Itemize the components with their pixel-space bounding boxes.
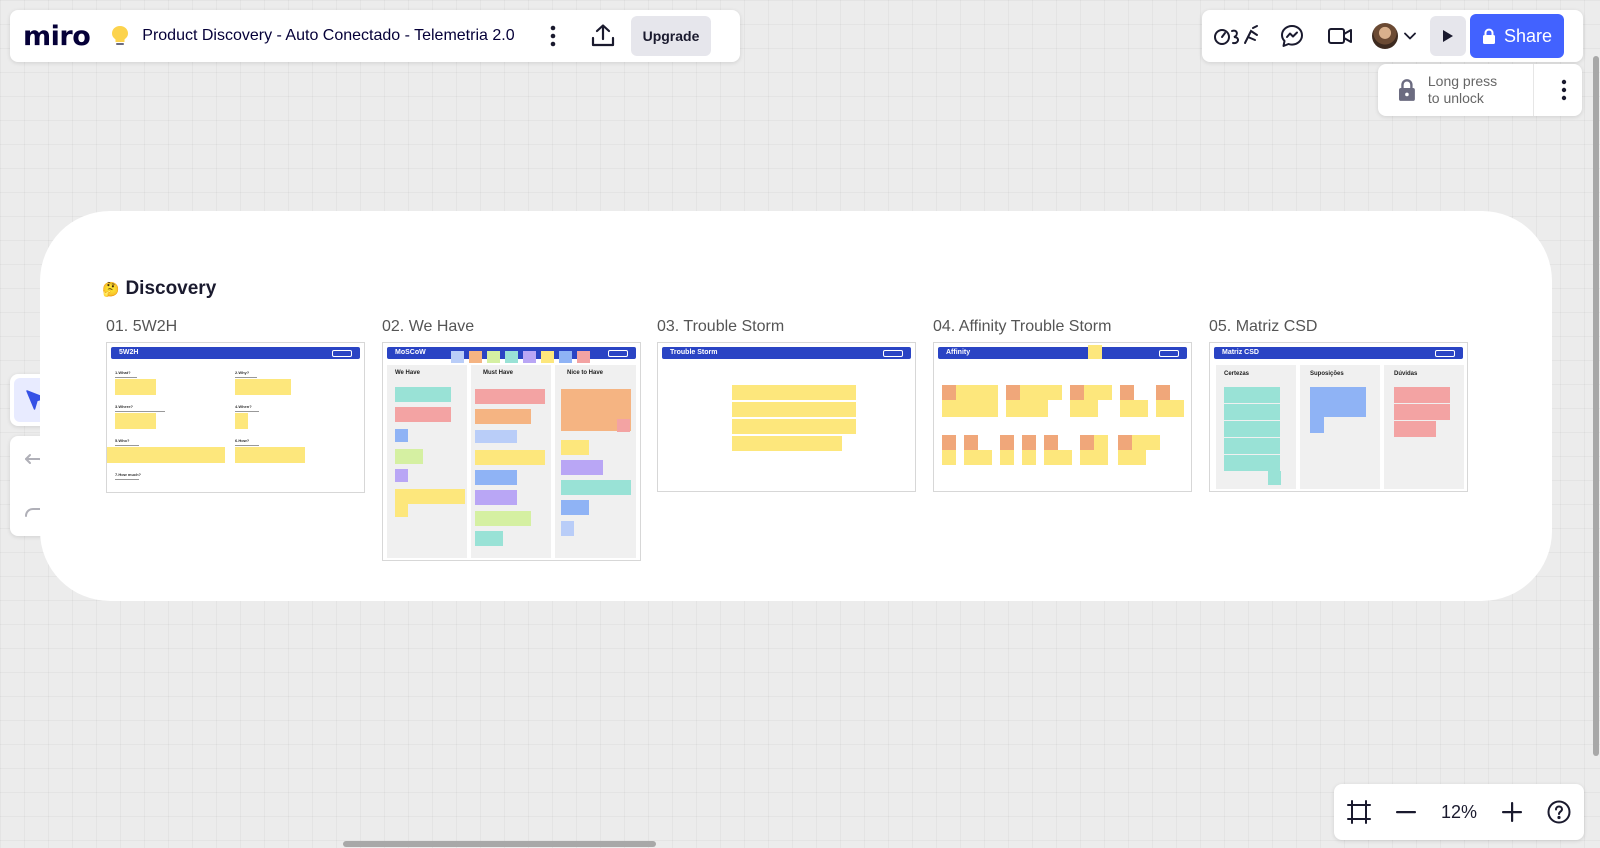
user-avatar[interactable] (1372, 23, 1398, 49)
frame-header: Trouble Storm (662, 347, 911, 359)
section-title: 🤔 Discovery (102, 278, 217, 299)
lock-notice: Long press to unlock (1378, 64, 1582, 116)
frame-5w2h[interactable]: 5W2H 1.What? 2.Why? 3.Where? 4.When? 5.W… (106, 342, 365, 493)
upload-icon (591, 24, 614, 47)
lock-hint: Long press to unlock (1427, 73, 1498, 106)
miro-logo[interactable]: miro (23, 21, 91, 52)
zoom-in-icon[interactable] (1502, 802, 1523, 822)
divider (1533, 64, 1535, 116)
share-button[interactable]: Share (1470, 14, 1565, 58)
lightbulb-icon[interactable] (110, 25, 130, 47)
frame-label-matriz-csd[interactable]: 05. Matriz CSD (1209, 318, 1317, 336)
reactions-button[interactable] (1212, 18, 1262, 54)
video-camera-icon (1328, 28, 1352, 44)
zoom-panel: 12% (1334, 784, 1584, 840)
comments-button[interactable] (1274, 18, 1310, 54)
thinking-face-icon: 🤔 (102, 280, 120, 297)
frame-header: 5W2H (111, 347, 360, 359)
lock-icon (1483, 28, 1495, 44)
lock-menu-button[interactable] (1546, 72, 1582, 108)
zoom-out-icon[interactable] (1395, 810, 1416, 814)
video-call-button[interactable] (1322, 18, 1358, 54)
reactions-icon (1214, 25, 1258, 45)
share-label: Share (1504, 25, 1553, 46)
vertical-scrollbar[interactable] (1593, 56, 1599, 756)
board-toolbar: miro Product Discovery - Auto Conectado … (10, 10, 740, 62)
frame-label-trouble-storm[interactable]: 03. Trouble Storm (657, 318, 784, 336)
collaboration-toolbar: Share (1202, 10, 1583, 62)
frame-we-have[interactable]: MoSCoW We Have Must Have Nice to Have (382, 342, 641, 561)
upgrade-button[interactable]: Upgrade (630, 16, 712, 56)
frame-label-5w2h[interactable]: 01. 5W2H (106, 318, 177, 336)
board-title[interactable]: Product Discovery - Auto Conectado - Tel… (142, 27, 514, 45)
frame-trouble-storm[interactable]: Trouble Storm (657, 342, 916, 492)
kebab-icon (1561, 79, 1567, 101)
chevron-down-icon[interactable] (1404, 32, 1416, 40)
present-button[interactable] (1430, 16, 1466, 56)
export-button[interactable] (585, 18, 621, 54)
frame-label-affinity[interactable]: 04. Affinity Trouble Storm (933, 318, 1111, 336)
kebab-icon (550, 25, 555, 47)
horizontal-scrollbar[interactable] (343, 841, 656, 847)
fit-to-screen-icon[interactable] (1346, 800, 1371, 824)
frame-header: Affinity (938, 347, 1187, 359)
padlock-icon[interactable] (1398, 78, 1416, 102)
board-menu-button[interactable] (535, 18, 571, 54)
help-icon[interactable] (1547, 800, 1571, 824)
play-icon (1443, 30, 1453, 42)
frame-label-we-have[interactable]: 02. We Have (382, 318, 474, 336)
frame-affinity[interactable]: Affinity (933, 342, 1192, 492)
frame-header: Matriz CSD (1214, 347, 1463, 359)
frame-matriz-csd[interactable]: Matriz CSD Certezas Suposições Dúvidas (1209, 342, 1468, 492)
zoom-level[interactable]: 12% (1441, 802, 1477, 823)
chat-icon (1281, 25, 1303, 47)
